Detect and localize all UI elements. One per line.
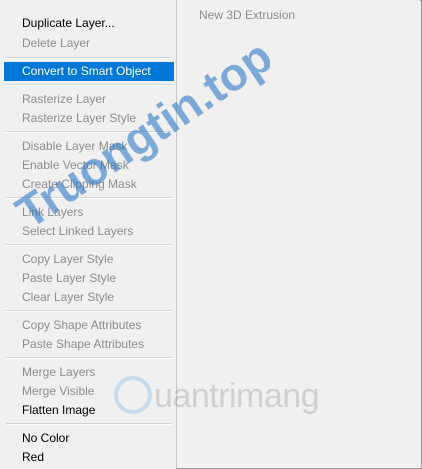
menu-item-disable-layer-mask[interactable]: Disable Layer Mask [4, 137, 174, 156]
menu-item-paste-shape-attributes[interactable]: Paste Shape Attributes [4, 335, 174, 354]
menu-item-enable-vector-mask[interactable]: Enable Vector Mask [4, 156, 174, 175]
menu-item-copy-layer-style[interactable]: Copy Layer Style [4, 250, 174, 269]
menu-item-convert-to-smart-object[interactable]: Convert to Smart Object [4, 62, 174, 81]
menu-separator [6, 310, 172, 312]
menu-separator [6, 423, 172, 425]
menu-item-rasterize-layer[interactable]: Rasterize Layer [4, 90, 174, 109]
menu-item-no-color[interactable]: No Color [4, 429, 174, 448]
menu-item-new-3d-extrusion[interactable]: New 3D Extrusion [199, 8, 295, 22]
menu-item-red[interactable]: Red [4, 448, 174, 467]
menu-item-clear-layer-style[interactable]: Clear Layer Style [4, 288, 174, 307]
menu-item-select-linked-layers[interactable]: Select Linked Layers [4, 222, 174, 241]
menu-item-rasterize-layer-style[interactable]: Rasterize Layer Style [4, 109, 174, 128]
menu-item-link-layers[interactable]: Link Layers [4, 203, 174, 222]
menu-separator [6, 197, 172, 199]
menu-separator [6, 357, 172, 359]
menu-item-merge-layers[interactable]: Merge Layers [4, 363, 174, 382]
menu-item-flatten-image[interactable]: Flatten Image [4, 401, 174, 420]
menu-item-paste-layer-style[interactable]: Paste Layer Style [4, 269, 174, 288]
menu-separator [6, 244, 172, 246]
menu-item-duplicate-layer[interactable]: Duplicate Layer... [4, 14, 174, 33]
menu-item-delete-layer[interactable]: Delete Layer [4, 34, 174, 53]
menu-separator [6, 57, 172, 59]
menu-item-create-clipping-mask[interactable]: Create Clipping Mask [4, 175, 174, 194]
menu-item-merge-visible[interactable]: Merge Visible [4, 382, 174, 401]
layer-context-menu: Duplicate Layer... Delete Layer Convert … [0, 0, 177, 469]
menu-separator [6, 131, 172, 133]
menu-item-copy-shape-attributes[interactable]: Copy Shape Attributes [4, 316, 174, 335]
menu-separator [6, 84, 172, 86]
adjacent-menu-panel: New 3D Extrusion [177, 0, 420, 467]
